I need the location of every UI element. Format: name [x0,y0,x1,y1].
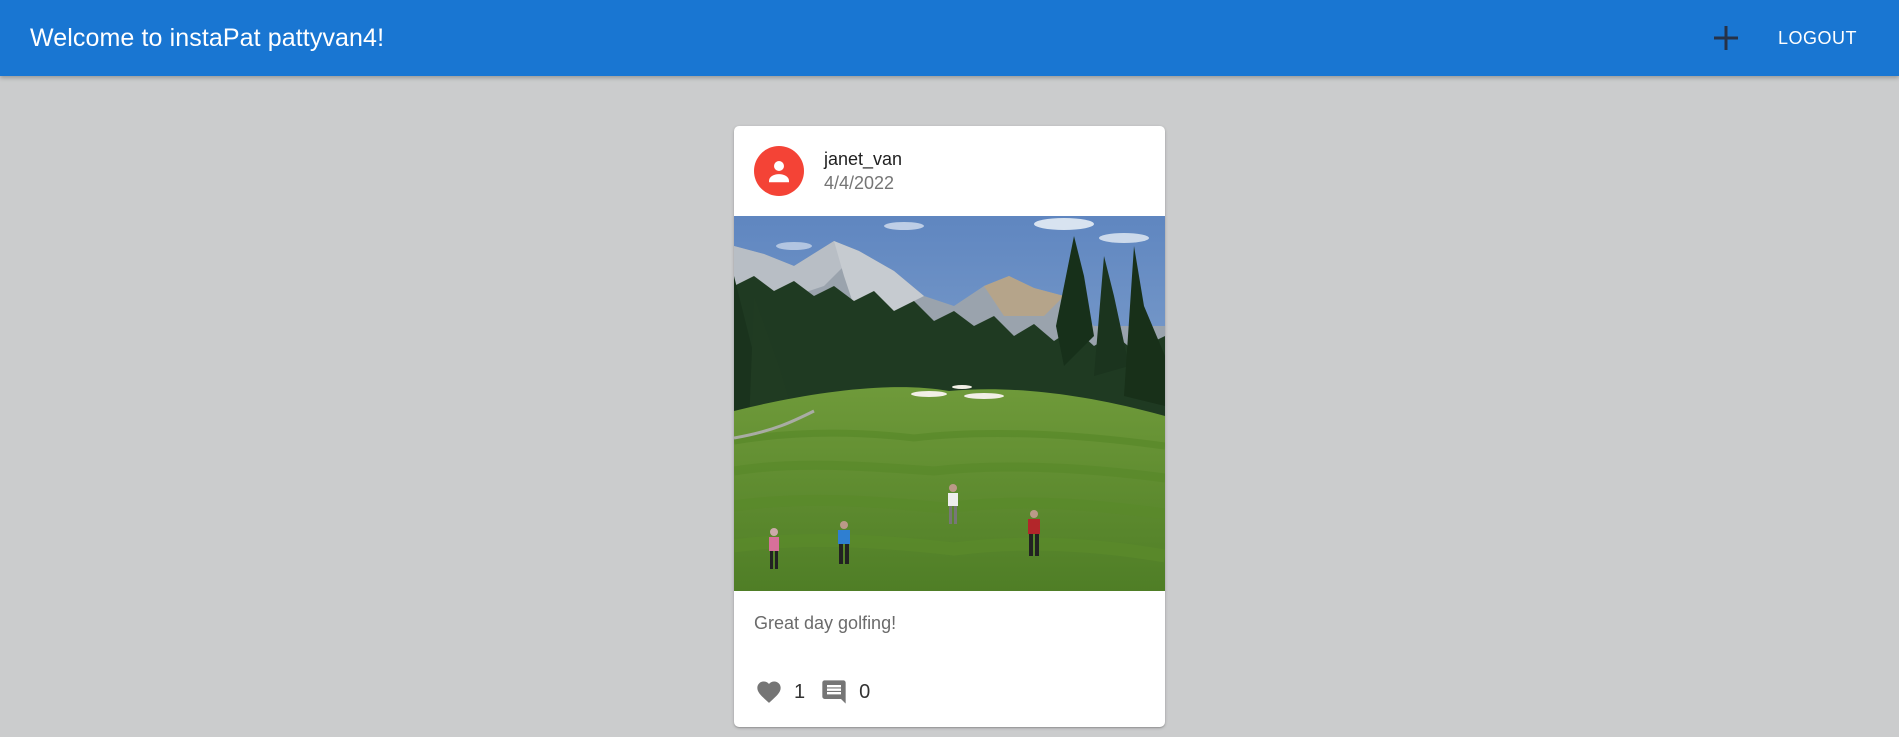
add-post-button[interactable] [1706,18,1746,58]
post-caption: Great day golfing! [754,613,897,633]
post-date: 4/4/2022 [824,173,895,193]
like-button[interactable] [754,677,784,707]
plus-icon [1713,26,1738,50]
avatar [754,146,804,196]
comment-count: 0 [859,680,871,703]
post-username: janet_van [824,149,903,169]
post-image [734,216,1165,591]
app-title: Welcome to instaPat pattyvan4! [30,23,385,52]
comment-icon [822,680,846,704]
heart-icon [757,681,781,703]
post-header: janet_van 4/4/2022 [734,126,1165,216]
post-actions: 1 0 [734,677,1165,707]
like-count: 1 [794,680,806,703]
comment-button[interactable] [819,677,849,707]
post-header-text: janet_van 4/4/2022 [824,147,902,195]
person-icon [769,161,789,183]
app-bar: Welcome to instaPat pattyvan4! LOGOUT [0,0,1899,76]
app-bar-actions: LOGOUT [1706,18,1859,58]
post-card: janet_van 4/4/2022 Great day golfing! 1 … [734,126,1165,727]
logout-button[interactable]: LOGOUT [1776,22,1859,55]
